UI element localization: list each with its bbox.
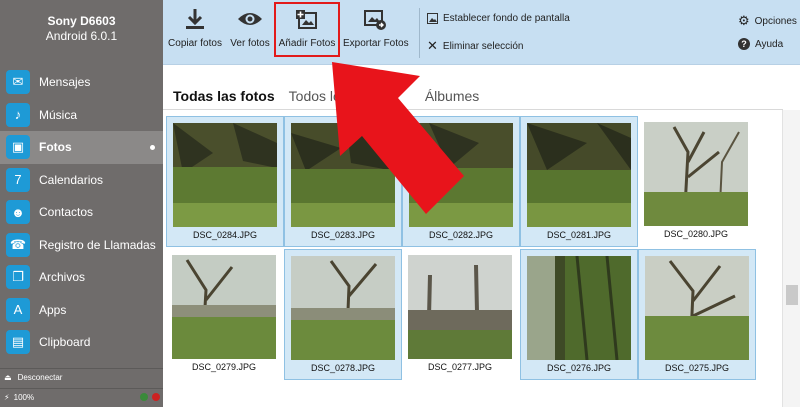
scrollbar-thumb[interactable] [786, 285, 798, 305]
download-icon [167, 6, 223, 32]
sidebar-item-calendarios[interactable]: 7 Calendarios [0, 164, 163, 197]
sidebar-item-label: Apps [39, 302, 67, 317]
photo-tile[interactable]: DSC_0281.JPG [520, 116, 638, 247]
phone-icon: ☎ [6, 232, 30, 257]
sidebar-item-clipboard[interactable]: ▤ Clipboard [0, 326, 163, 359]
sidebar-item-label: Música [39, 107, 78, 122]
photo-thumbnail [291, 256, 395, 360]
red-arrow-annotation [332, 62, 464, 214]
photo-thumbnail [172, 255, 276, 359]
export-photos-label: Exportar Fotos [343, 38, 409, 49]
sidebar-item-label: Contactos [39, 205, 94, 220]
device-info: Sony D6603 Android 6.0.1 [0, 14, 163, 44]
options-button[interactable]: ⚙ Opciones [738, 13, 797, 29]
chat-icon: ✉ [6, 70, 30, 95]
apps-icon: A [6, 297, 30, 322]
delete-selection-button[interactable]: ✕ Eliminar selección [427, 38, 524, 54]
export-photos-button[interactable]: Exportar Fotos [343, 6, 409, 49]
add-photos-label: Añadir Fotos [278, 38, 336, 49]
charging-icon: ⚡ [4, 392, 10, 402]
active-dot [150, 144, 155, 150]
photo-filename: DSC_0284.JPG [192, 230, 258, 240]
photo-tile[interactable]: DSC_0276.JPG [520, 249, 638, 380]
set-wallpaper-button[interactable]: Establecer fondo de pantalla [427, 13, 570, 24]
photo-thumbnail [173, 123, 277, 227]
toolbar-divider [419, 8, 420, 58]
vertical-scrollbar[interactable] [782, 110, 800, 407]
photo-tile[interactable]: DSC_0275.JPG [638, 249, 756, 380]
tab-all-photos[interactable]: Todas las fotos [173, 88, 275, 104]
view-photos-label: Ver fotos [230, 38, 270, 49]
delete-selection-label: Eliminar selección [442, 40, 524, 52]
disconnect-label: Desconectar [17, 372, 63, 382]
photo-filename: DSC_0280.JPG [663, 229, 729, 239]
battery-level: 100% [13, 392, 35, 402]
photo-thumbnail [527, 256, 631, 360]
contacts-icon: ☻ [6, 200, 30, 225]
copy-photos-label: Copiar fotos [168, 38, 222, 49]
gear-icon: ⚙ [738, 13, 750, 28]
battery-status: ⚡ 100% [0, 388, 163, 405]
photos-icon: ▣ [6, 135, 30, 160]
photo-tile[interactable]: DSC_0278.JPG [284, 249, 402, 380]
sidebar-item-label: Mensajes [39, 75, 91, 90]
photo-filename: DSC_0277.JPG [427, 362, 493, 372]
options-label: Opciones [754, 15, 797, 27]
sidebar-item-mensajes[interactable]: ✉ Mensajes [0, 66, 163, 99]
eye-icon [227, 6, 273, 32]
files-icon: ❐ [6, 265, 30, 290]
photo-thumbnail [527, 123, 631, 227]
device-os: Android 6.0.1 [45, 29, 118, 43]
sidebar-item-label: Fotos [39, 140, 72, 155]
sidebar-item-label: Registro de Llamadas [39, 237, 156, 252]
photo-tile[interactable]: DSC_0279.JPG [166, 249, 284, 380]
photo-tile[interactable]: DSC_0280.JPG [638, 116, 756, 247]
calendar-icon: 7 [6, 167, 30, 192]
tab-underline [163, 109, 783, 110]
add-photo-icon [277, 6, 337, 32]
status-led-red [152, 393, 160, 401]
disconnect-button[interactable]: ⏏ Desconectar [0, 368, 163, 385]
photo-filename: DSC_0282.JPG [428, 230, 494, 240]
sidebar-item-archivos[interactable]: ❐ Archivos [0, 261, 163, 294]
photo-filename: DSC_0278.JPG [310, 363, 376, 373]
copy-photos-button[interactable]: Copiar fotos [167, 6, 223, 49]
sidebar-nav: ✉ Mensajes ♪ Música ▣ Fotos 7 Calendario… [0, 66, 163, 359]
sidebar-item-registro[interactable]: ☎ Registro de Llamadas [0, 229, 163, 262]
photo-thumbnail [644, 122, 748, 226]
help-label: Ayuda [755, 38, 784, 50]
view-photos-button[interactable]: Ver fotos [227, 6, 273, 49]
help-button[interactable]: ? Ayuda [738, 38, 783, 50]
close-icon: ✕ [427, 38, 438, 53]
photo-filename: DSC_0283.JPG [310, 230, 376, 240]
status-led-green [140, 393, 148, 401]
sidebar: Sony D6603 Android 6.0.1 ✉ Mensajes ♪ Mú… [0, 0, 163, 407]
photo-thumbnail [408, 255, 512, 359]
photo-filename: DSC_0276.JPG [546, 363, 612, 373]
sidebar-item-musica[interactable]: ♪ Música [0, 99, 163, 132]
wallpaper-icon [427, 13, 438, 24]
set-wallpaper-label: Establecer fondo de pantalla [443, 13, 570, 24]
photo-tile[interactable]: DSC_0284.JPG [166, 116, 284, 247]
help-icon: ? [738, 38, 750, 50]
photo-filename: DSC_0281.JPG [546, 230, 612, 240]
eject-icon: ⏏ [4, 372, 12, 382]
sidebar-item-label: Archivos [39, 270, 86, 285]
sidebar-item-label: Calendarios [39, 172, 104, 187]
toolbar: Copiar fotos Ver fotos Añadir Fotos Expo… [163, 0, 800, 65]
photo-filename: DSC_0275.JPG [664, 363, 730, 373]
photo-thumbnail [645, 256, 749, 360]
export-photo-icon [343, 6, 407, 32]
sidebar-item-fotos[interactable]: ▣ Fotos [0, 131, 163, 164]
device-name: Sony D6603 [47, 14, 116, 28]
add-photos-button[interactable]: Añadir Fotos [277, 6, 337, 49]
sidebar-item-apps[interactable]: A Apps [0, 294, 163, 327]
sidebar-item-label: Clipboard [39, 335, 91, 350]
clipboard-icon: ▤ [6, 330, 30, 355]
photo-tile[interactable]: DSC_0277.JPG [402, 249, 520, 380]
music-note-icon: ♪ [6, 102, 30, 127]
sidebar-item-contactos[interactable]: ☻ Contactos [0, 196, 163, 229]
photo-filename: DSC_0279.JPG [191, 362, 257, 372]
